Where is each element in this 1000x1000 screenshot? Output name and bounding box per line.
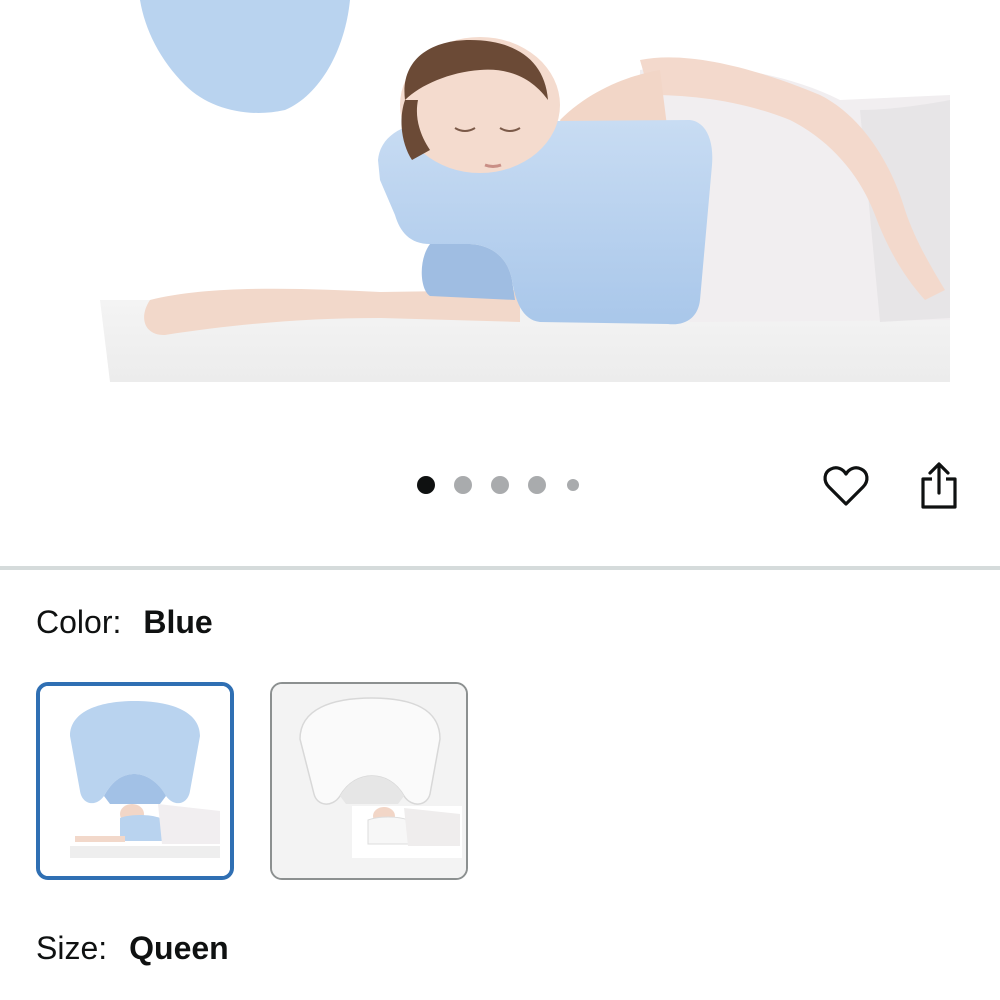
product-hero-image[interactable] <box>0 0 1000 392</box>
add-to-wishlist-button[interactable] <box>820 460 872 512</box>
image-carousel-indicator[interactable] <box>417 476 579 494</box>
color-selector-label: Color: Blue <box>36 602 213 642</box>
share-icon <box>921 462 957 509</box>
color-label: Color: <box>36 604 122 640</box>
color-option-white[interactable] <box>270 682 468 880</box>
size-selected-value: Queen <box>129 930 229 966</box>
section-divider <box>0 566 1000 570</box>
color-selected-value: Blue <box>143 604 213 640</box>
size-label: Size: <box>36 930 108 966</box>
pillow-illustration <box>100 0 950 382</box>
carousel-dot[interactable] <box>491 476 509 494</box>
heart-icon <box>823 466 869 506</box>
share-button[interactable] <box>913 460 965 512</box>
product-page: Color: Blue Size: Queen <box>0 0 1000 1000</box>
color-option-blue[interactable] <box>36 682 234 880</box>
carousel-dot[interactable] <box>528 476 546 494</box>
carousel-dot[interactable] <box>567 479 579 491</box>
size-selector-label: Size: Queen <box>36 928 229 968</box>
carousel-dot-active[interactable] <box>417 476 435 494</box>
white-pillow-thumbnail <box>272 684 466 878</box>
carousel-dot[interactable] <box>454 476 472 494</box>
blue-pillow-thumbnail <box>40 686 230 876</box>
